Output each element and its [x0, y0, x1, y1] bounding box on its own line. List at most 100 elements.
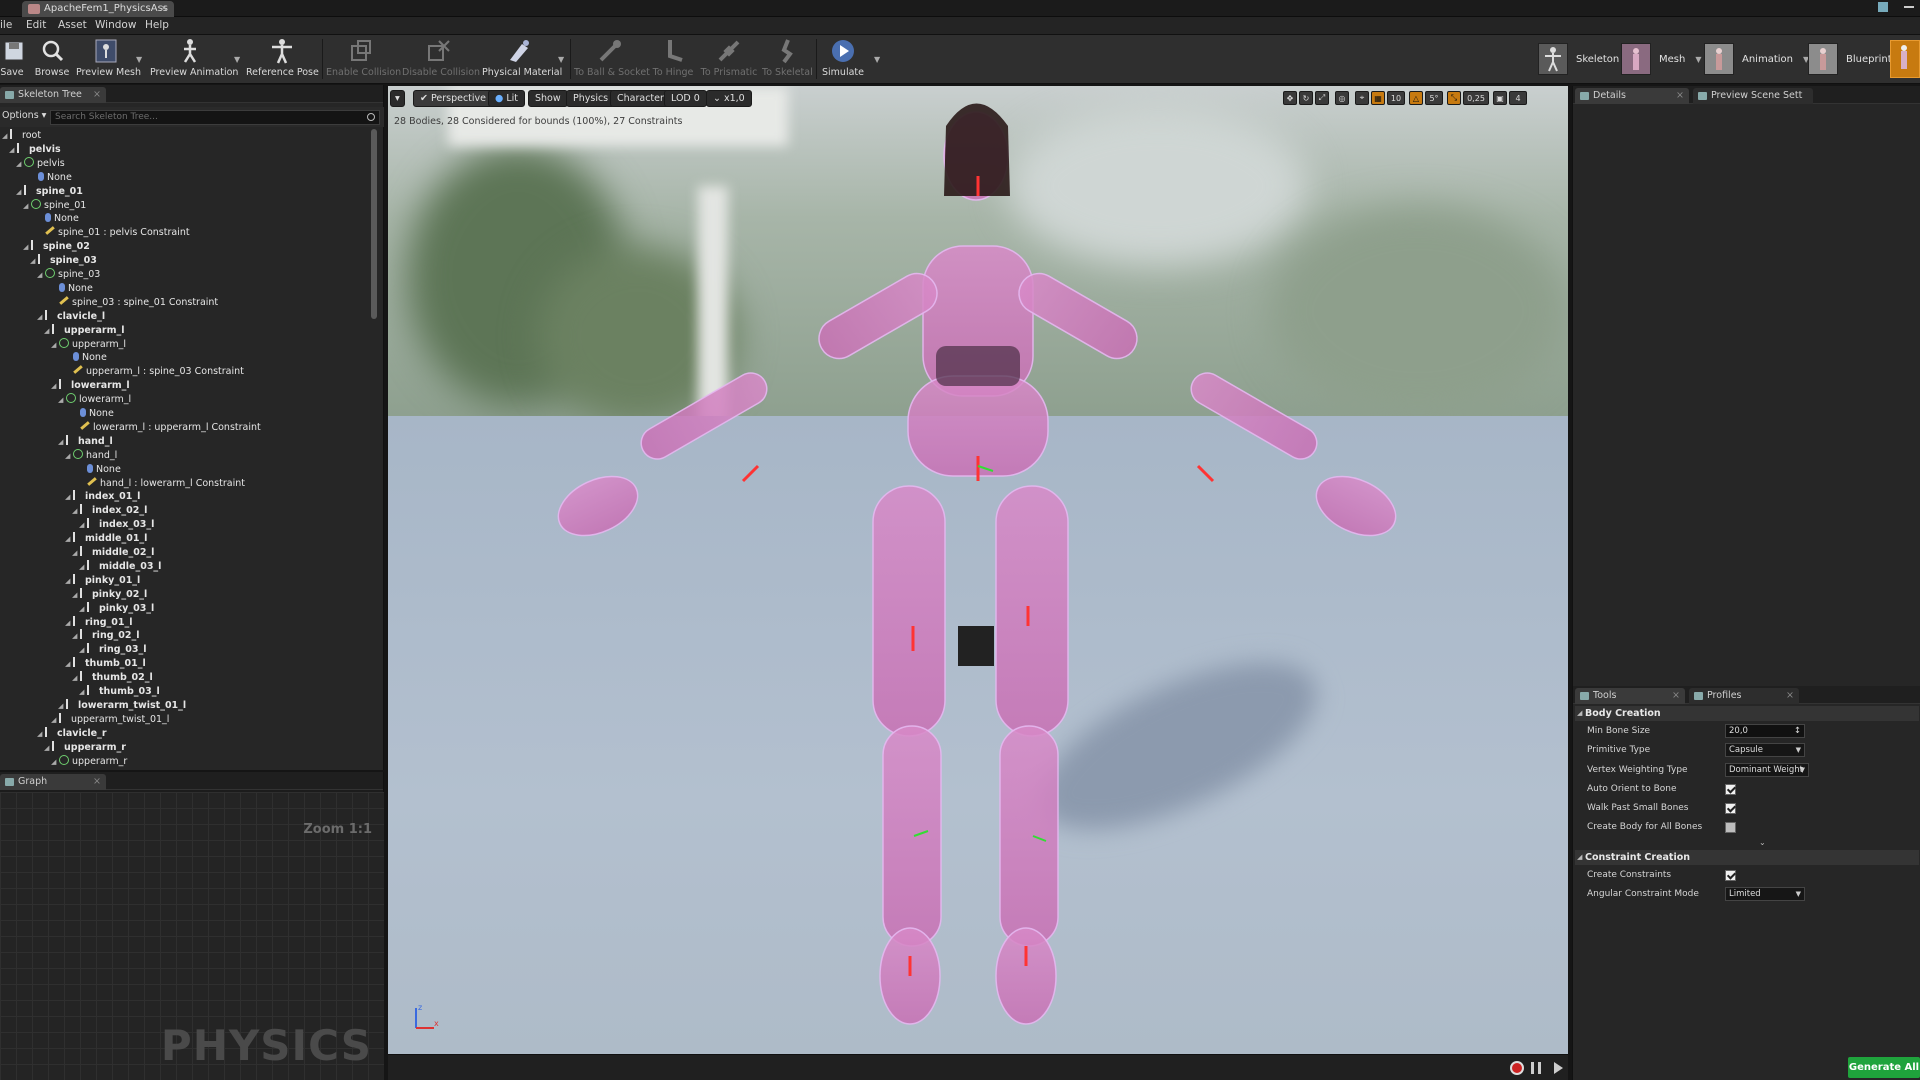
expand-arrow-icon[interactable]: ◢: [16, 185, 24, 199]
perspective-button[interactable]: ✔ Perspective: [413, 90, 494, 107]
grid-snap-icon[interactable]: ▦: [1371, 91, 1385, 105]
tree-row-none[interactable]: None: [79, 463, 121, 477]
tree-row-bone[interactable]: ◢ pinky_02_l: [72, 588, 147, 602]
tree-row-bone[interactable]: ◢ upperarm_r: [44, 741, 126, 755]
grid-size-value[interactable]: 10: [1387, 91, 1405, 105]
auto-orient-checkbox[interactable]: [1725, 784, 1736, 795]
to-prismatic-button[interactable]: To Prismatic: [700, 37, 758, 82]
menu-window[interactable]: Window: [95, 19, 136, 31]
tree-row-bone[interactable]: ◢ thumb_03_l: [79, 685, 160, 699]
expand-arrow-icon[interactable]: ◢: [79, 643, 87, 657]
tree-row-body[interactable]: ◢ upperarm_l: [51, 338, 126, 352]
expand-arrow-icon[interactable]: ◢: [72, 671, 80, 685]
menu-edit[interactable]: Edit: [26, 19, 46, 31]
close-tab-icon[interactable]: ×: [1786, 688, 1794, 704]
tree-row-body[interactable]: ◢ spine_01: [23, 199, 86, 213]
expand-arrow-icon[interactable]: ◢: [72, 588, 80, 602]
expand-arrow-icon[interactable]: ◢: [72, 546, 80, 560]
mode-animation[interactable]: Animation ▼: [1704, 40, 1809, 78]
tree-row-bone[interactable]: ◢ middle_01_l: [65, 532, 147, 546]
tree-row-bone[interactable]: ◢ index_03_l: [79, 518, 154, 532]
save-button[interactable]: Save: [0, 37, 24, 82]
surface-snap-icon[interactable]: ⌖: [1355, 91, 1369, 105]
physics-button[interactable]: Physics: [566, 90, 616, 107]
minimize-icon[interactable]: [1904, 6, 1914, 8]
expand-arrow-icon[interactable]: ◢: [44, 324, 52, 338]
vertex-weighting-select[interactable]: Dominant Weight ▼: [1725, 763, 1809, 777]
mode-blueprint[interactable]: Blueprint: [1808, 40, 1892, 78]
walk-past-checkbox[interactable]: [1725, 803, 1736, 814]
preview-mesh-dropdown-icon[interactable]: ▼: [136, 55, 142, 64]
camera-speed-value[interactable]: 4: [1509, 91, 1527, 105]
character-button[interactable]: Character: [610, 90, 671, 107]
mode-skeleton[interactable]: Skeleton: [1538, 40, 1619, 78]
expand-arrow-icon[interactable]: ◢: [37, 310, 45, 324]
tree-row-bone[interactable]: ◢ thumb_02_l: [72, 671, 153, 685]
expand-arrow-icon[interactable]: ◢: [65, 449, 73, 463]
min-bone-size-input[interactable]: 20,0 ↕: [1725, 724, 1805, 738]
to-skeletal-button[interactable]: To Skeletal: [762, 37, 813, 82]
translate-icon[interactable]: ✥: [1283, 91, 1297, 105]
preview-animation-dropdown-icon[interactable]: ▼: [234, 55, 240, 64]
body-creation-section[interactable]: ◢ Body Creation: [1575, 706, 1919, 721]
tree-row-bone[interactable]: ◢ spine_03: [30, 254, 97, 268]
tree-row-bone[interactable]: ◢ spine_01: [16, 185, 83, 199]
pause-icon[interactable]: [1531, 1062, 1541, 1074]
expand-arrow-icon[interactable]: ◢: [37, 727, 45, 741]
tree-row-none[interactable]: None: [72, 407, 114, 421]
tree-row-body[interactable]: ◢ spine_03: [37, 268, 100, 282]
tree-row-bone[interactable]: ◢ index_02_l: [72, 504, 147, 518]
tab-details[interactable]: Details ×: [1575, 88, 1689, 104]
lod-button[interactable]: LOD 0: [664, 90, 707, 107]
create-constraints-checkbox[interactable]: [1725, 870, 1736, 881]
close-tab-icon[interactable]: ×: [1672, 688, 1680, 704]
menu-file[interactable]: ile: [0, 19, 12, 31]
expand-arrow-icon[interactable]: ◢: [37, 268, 45, 282]
tree-row-con[interactable]: spine_01 : pelvis Constraint: [37, 226, 190, 240]
expand-arrow-icon[interactable]: ◢: [51, 713, 59, 727]
preview-mesh-button[interactable]: Preview Mesh: [76, 37, 141, 82]
tree-row-bone[interactable]: ◢ lowerarm_l: [51, 379, 130, 393]
viewport[interactable]: ▾ ✔ Perspective ● Lit Show Physics Chara…: [388, 86, 1568, 1054]
close-tab-icon[interactable]: ×: [93, 87, 101, 103]
expand-arrow-icon[interactable]: ◢: [58, 435, 66, 449]
tab-profiles[interactable]: Profiles ×: [1689, 688, 1799, 704]
skeleton-search-input[interactable]: Search Skeleton Tree...: [50, 110, 380, 125]
expand-arrow-icon[interactable]: ◢: [51, 338, 59, 352]
rotation-snap-icon[interactable]: △: [1409, 91, 1423, 105]
constraint-creation-section[interactable]: ◢ Constraint Creation: [1575, 850, 1919, 865]
primitive-type-select[interactable]: Capsule ▼: [1725, 743, 1805, 757]
tree-row-bone[interactable]: ◢ pinky_03_l: [79, 602, 154, 616]
expand-arrow-icon[interactable]: ◢: [30, 254, 38, 268]
expand-arrow-icon[interactable]: ◢: [65, 657, 73, 671]
preview-animation-button[interactable]: Preview Animation: [150, 37, 238, 82]
tree-row-bone[interactable]: ◢ upperarm_l: [44, 324, 125, 338]
expand-arrow-icon[interactable]: ◢: [58, 699, 66, 713]
to-hinge-button[interactable]: To Hinge: [652, 37, 694, 82]
tree-row-bone[interactable]: ◢ pinky_01_l: [65, 574, 140, 588]
options-button[interactable]: Options ▾: [2, 110, 46, 121]
enable-collision-button[interactable]: Enable Collision: [326, 37, 401, 82]
show-button[interactable]: Show: [528, 90, 568, 107]
scale-icon[interactable]: ⤢: [1315, 91, 1329, 105]
tree-row-bone[interactable]: ◢ root: [2, 129, 41, 143]
tree-row-bone[interactable]: ◢ index_01_l: [65, 490, 140, 504]
browse-button[interactable]: Browse: [32, 37, 72, 82]
expand-arrow-icon[interactable]: ◢: [72, 629, 80, 643]
tree-row-body[interactable]: ◢ hand_l: [65, 449, 117, 463]
rotate-icon[interactable]: ↻: [1299, 91, 1313, 105]
angular-mode-select[interactable]: Limited ▼: [1725, 887, 1805, 901]
simulate-button[interactable]: Simulate: [822, 37, 864, 82]
scale-snap-value[interactable]: 0,25: [1463, 91, 1489, 105]
tree-row-bone[interactable]: ◢ spine_02: [23, 240, 90, 254]
simulate-dropdown-icon[interactable]: ▼: [874, 55, 880, 64]
mode-physics-active[interactable]: [1890, 40, 1920, 78]
scale-snap-icon[interactable]: ⤡: [1447, 91, 1461, 105]
generate-all-button[interactable]: Generate All: [1848, 1057, 1920, 1078]
tree-row-none[interactable]: None: [65, 351, 107, 365]
to-ball-socket-button[interactable]: To Ball & Socket: [574, 37, 650, 82]
expand-arrow-icon[interactable]: ◢: [23, 240, 31, 254]
expand-advanced-icon[interactable]: ⌄: [1759, 838, 1766, 847]
tree-row-body[interactable]: ◢ upperarm_r: [51, 755, 127, 767]
tree-row-bone[interactable]: ◢ ring_02_l: [72, 629, 139, 643]
